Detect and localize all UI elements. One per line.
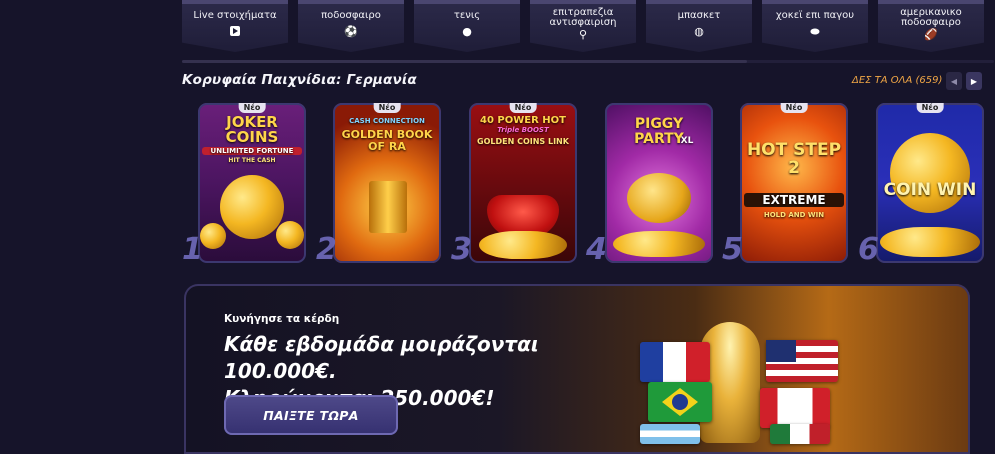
argentina-flag bbox=[640, 424, 700, 444]
piggy-art bbox=[627, 173, 691, 223]
coin-pile-art bbox=[479, 231, 567, 259]
table-tennis-icon: ⚲ bbox=[578, 28, 588, 41]
sport-label: χοκεϊ επι παγου bbox=[775, 10, 855, 21]
sport-label: ποδοσφαιρο bbox=[321, 10, 381, 21]
sport-thumb bbox=[762, 0, 868, 4]
sport-thumb bbox=[414, 0, 520, 4]
sport-tile-hockey[interactable]: χοκεϊ επι παγου ⬬ bbox=[762, 0, 868, 52]
play-now-button[interactable]: ΠΑΙΞΤΕ ΤΩΡΑ bbox=[224, 395, 398, 435]
section-title: Κορυφαία Παιχνίδια: Γερμανία bbox=[182, 72, 417, 88]
promo-kicker: Κυνήγησε τα κέρδη bbox=[224, 313, 340, 325]
promo-line-1: Κάθε εβδομάδα μοιράζονται 100.000€. bbox=[224, 332, 539, 383]
sport-thumb bbox=[298, 0, 404, 4]
hockey-puck-icon: ⬬ bbox=[810, 25, 820, 38]
scrollbar-thumb[interactable] bbox=[182, 60, 747, 63]
sport-label: Live στοιχήματα bbox=[193, 10, 277, 21]
sport-label: αμερικανικο ποδοσφαιρο bbox=[900, 7, 962, 28]
canada-flag bbox=[760, 388, 830, 428]
sports-category-row: Live στοιχήματα ποδοσφαιρο ⚽ τενις ● επι… bbox=[182, 0, 994, 58]
chevron-left-icon: ◀ bbox=[950, 76, 958, 86]
usa-flag bbox=[766, 340, 838, 382]
play-icon bbox=[230, 26, 240, 36]
rank-number: 1 bbox=[182, 232, 203, 267]
usa-flag-canton bbox=[766, 340, 796, 362]
sport-tile-tennis[interactable]: τενις ● bbox=[414, 0, 520, 52]
chevron-right-icon: ▶ bbox=[970, 76, 978, 86]
see-all-count: (659) bbox=[915, 75, 943, 86]
game-subtitle-2: HOLD AND WIN bbox=[763, 211, 825, 219]
soccer-ball-icon: ⚽ bbox=[344, 25, 358, 38]
sport-thumb bbox=[530, 0, 636, 4]
coin-pile-art bbox=[880, 227, 980, 257]
sport-tile-table-tennis[interactable]: επιτραπεζια αντισφαιριση ⚲ bbox=[530, 0, 636, 52]
rank-number: 4 bbox=[586, 232, 607, 267]
game-title: 40 POWER HOT bbox=[480, 115, 566, 126]
sport-tile-soccer[interactable]: ποδοσφαιρο ⚽ bbox=[298, 0, 404, 52]
coin-art bbox=[200, 223, 226, 249]
game-subtitle: EXTREME bbox=[744, 193, 844, 207]
coin-pile-art bbox=[613, 231, 705, 257]
book-art bbox=[369, 181, 407, 233]
game-title: JOKER COINS bbox=[225, 113, 279, 146]
game-card-6[interactable]: Νέο COIN WIN bbox=[876, 103, 984, 263]
france-flag bbox=[640, 342, 710, 382]
american-football-icon: 🏈 bbox=[924, 28, 938, 41]
new-badge: Νέο bbox=[916, 103, 944, 113]
sport-tile-live[interactable]: Live στοιχήματα bbox=[182, 0, 288, 52]
game-title: COIN WIN bbox=[883, 180, 977, 200]
carousel-prev-button[interactable]: ◀ bbox=[946, 72, 962, 90]
game-subtitle-2: GOLDEN COINS LINK bbox=[477, 137, 569, 146]
coin-art bbox=[890, 133, 970, 213]
basketball-icon: ◍ bbox=[694, 25, 704, 38]
game-subtitle-2: HIT THE CASH bbox=[228, 157, 276, 164]
game-subtitle: Triple BOOST bbox=[497, 126, 549, 134]
game-card-5[interactable]: Νέο HOT STEP 2 EXTREME HOLD AND WIN bbox=[740, 103, 848, 263]
sport-label: μπασκετ bbox=[677, 10, 721, 21]
brazil-flag bbox=[648, 382, 712, 422]
carousel-next-button[interactable]: ▶ bbox=[966, 72, 982, 90]
see-all-link[interactable]: ΔΕΣ ΤΑ ΟΛΑ (659) bbox=[852, 75, 942, 86]
mexico-flag bbox=[770, 424, 830, 444]
sport-label: τενις bbox=[453, 10, 481, 21]
sports-scrollbar[interactable] bbox=[182, 60, 994, 63]
rank-number: 6 bbox=[858, 232, 879, 267]
game-card-2[interactable]: Νέο CASH CONNECTION GOLDEN BOOK OF RA bbox=[333, 103, 441, 263]
new-badge: Νέο bbox=[373, 103, 401, 113]
sport-thumb bbox=[878, 0, 984, 4]
game-subtitle: UNLIMITED FORTUNE bbox=[202, 147, 302, 155]
game-subtitle: XL bbox=[680, 136, 694, 146]
new-badge: Νέο bbox=[509, 103, 537, 113]
game-card-3[interactable]: Νέο 40 POWER HOT Triple BOOST GOLDEN COI… bbox=[469, 103, 577, 263]
game-subtitle: CASH CONNECTION bbox=[349, 117, 425, 125]
rank-number: 2 bbox=[316, 232, 337, 267]
tennis-ball-icon: ● bbox=[462, 25, 472, 38]
game-card-1[interactable]: Νέο JOKER COINS UNLIMITED FORTUNE HIT TH… bbox=[198, 103, 306, 263]
game-card-4[interactable]: PIGGY PARTY XL bbox=[605, 103, 713, 263]
coin-art bbox=[276, 221, 304, 249]
game-title: HOT STEP 2 bbox=[746, 140, 842, 178]
brazil-flag-globe bbox=[672, 394, 688, 410]
rank-number: 3 bbox=[451, 232, 472, 267]
rank-number: 5 bbox=[722, 232, 743, 267]
coin-art bbox=[220, 175, 284, 239]
sport-thumb bbox=[182, 0, 288, 4]
sport-label: επιτραπεζια αντισφαιριση bbox=[549, 7, 617, 28]
sport-thumb bbox=[646, 0, 752, 4]
see-all-label: ΔΕΣ ΤΑ ΟΛΑ bbox=[852, 75, 913, 86]
new-badge: Νέο bbox=[780, 103, 808, 113]
new-badge: Νέο bbox=[238, 103, 266, 113]
game-title: GOLDEN BOOK OF RA bbox=[341, 128, 433, 153]
sport-tile-american-football[interactable]: αμερικανικο ποδοσφαιρο 🏈 bbox=[878, 0, 984, 52]
sport-tile-basketball[interactable]: μπασκετ ◍ bbox=[646, 0, 752, 52]
